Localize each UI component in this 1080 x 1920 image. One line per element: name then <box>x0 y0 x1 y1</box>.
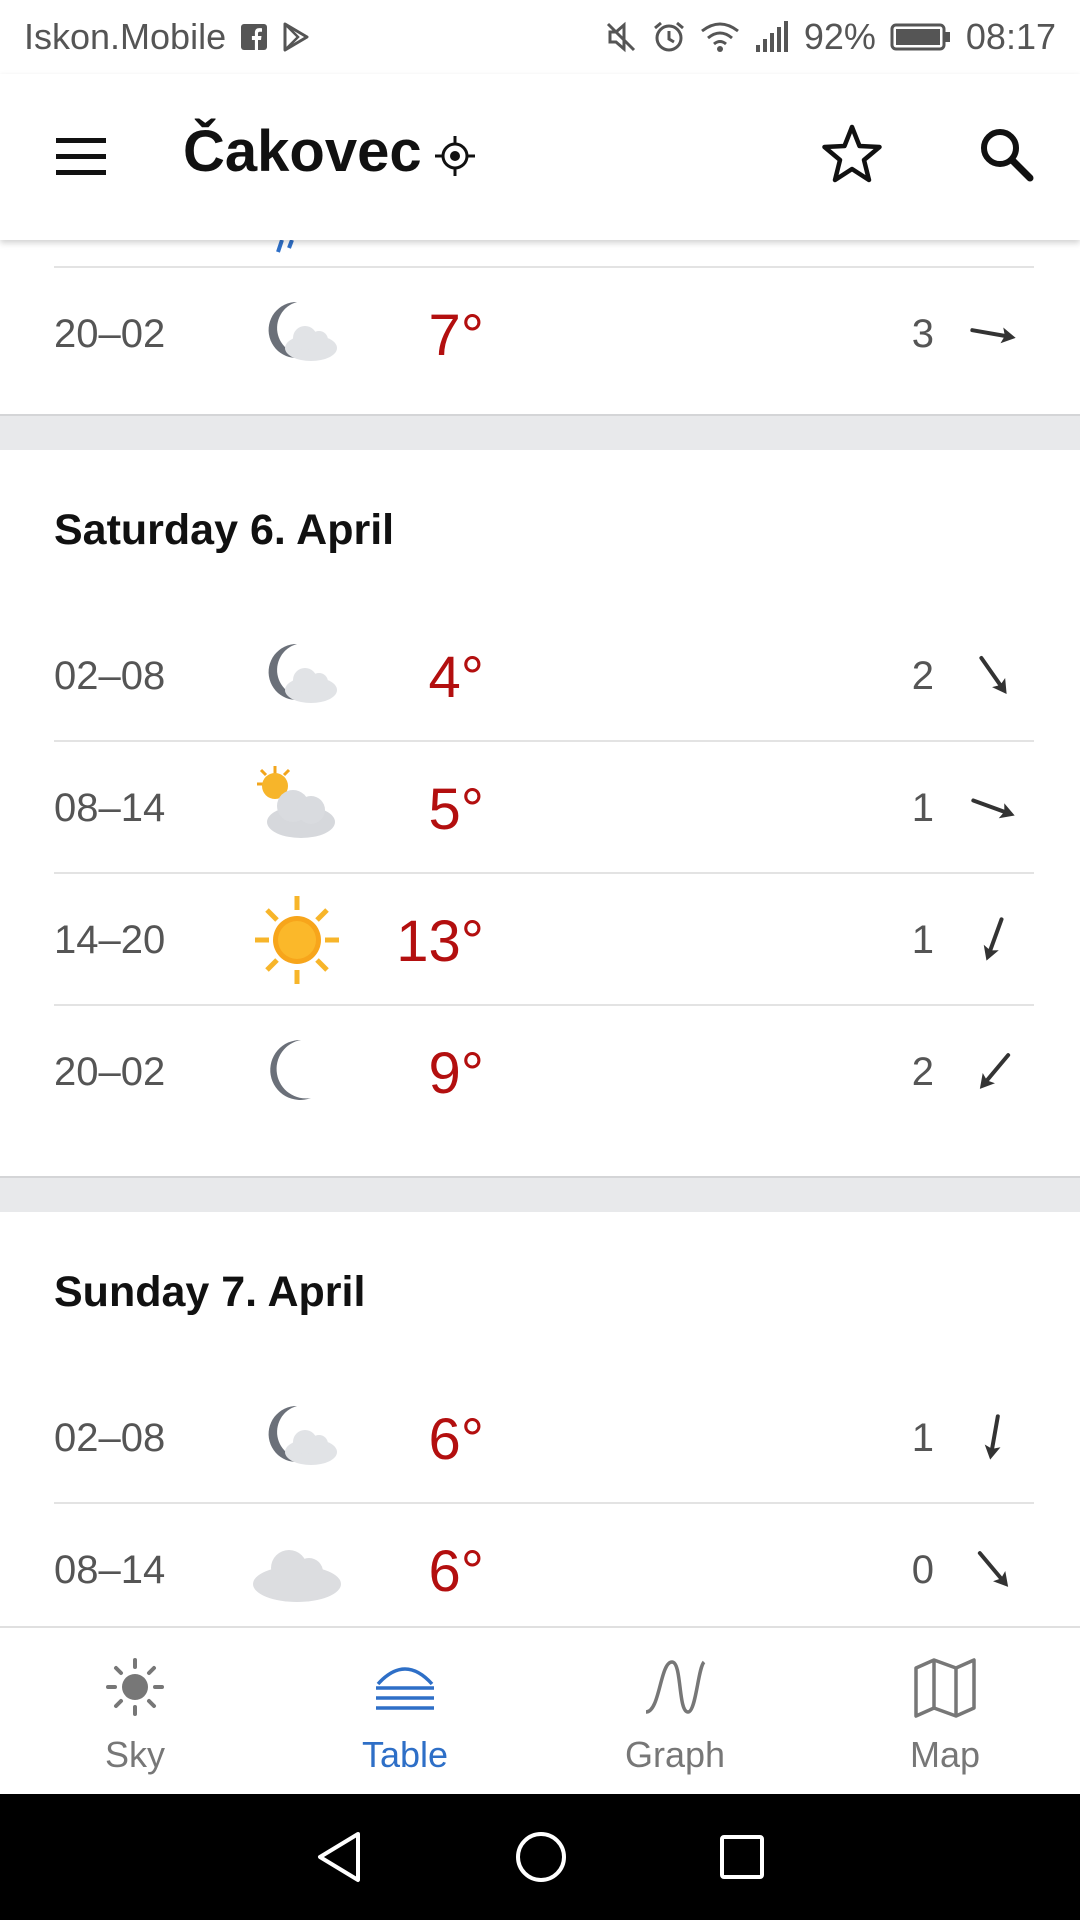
city-title[interactable]: Čakovec <box>183 118 422 185</box>
wind-speed: 0 <box>911 1548 934 1592</box>
forecast-row[interactable]: 02–08 6° 1 <box>54 1372 1034 1504</box>
graph-curve-icon <box>645 1660 706 1714</box>
forecast-row[interactable]: 08–14 5° 1 <box>54 742 1034 874</box>
wind-arrow-icon <box>964 306 1024 362</box>
temperature: 7° <box>428 303 484 368</box>
wind-speed: 2 <box>911 654 934 698</box>
wind-arrow-icon <box>964 912 1024 968</box>
moon-cloud-icon <box>249 630 345 722</box>
wind-arrow-icon <box>964 1410 1024 1466</box>
time-range: 08–14 <box>54 786 166 830</box>
cloud-icon <box>249 1524 345 1616</box>
time-range: 08–14 <box>54 1548 166 1592</box>
location-target-icon[interactable] <box>433 134 477 178</box>
alarm-icon <box>652 20 686 54</box>
wifi-icon <box>700 21 740 53</box>
sun-outline-icon <box>106 1658 164 1716</box>
system-navigation-bar <box>0 1794 1080 1920</box>
nav-map[interactable]: Map <box>810 1628 1080 1794</box>
nav-label: Map <box>909 1734 981 1775</box>
back-triangle-icon <box>318 1832 360 1882</box>
mute-icon <box>604 20 638 54</box>
sun-cloud-icon <box>249 762 345 854</box>
forecast-table[interactable]: 20–02 7° 3 Saturday 6. April 02–08 4° 2 … <box>0 240 1080 1626</box>
menu-button[interactable] <box>48 126 114 186</box>
time-range: 20–02 <box>54 312 166 356</box>
time-range: 02–08 <box>54 1416 166 1460</box>
wind-arrow-icon <box>964 648 1024 704</box>
table-waves-icon <box>376 1667 434 1710</box>
wind-speed: 1 <box>911 1416 934 1460</box>
nav-table[interactable]: Table <box>270 1628 540 1794</box>
map-icon <box>914 1658 976 1718</box>
temperature: 4° <box>428 645 484 710</box>
wind-speed: 3 <box>911 312 934 356</box>
nav-label: Sky <box>104 1734 165 1775</box>
facebook-icon <box>240 23 268 51</box>
temperature: 5° <box>428 777 484 842</box>
battery-percent: 92% <box>803 16 876 57</box>
day-separator <box>0 1176 1080 1212</box>
nav-label: Graph <box>624 1734 726 1775</box>
moon-icon <box>249 1026 345 1118</box>
temperature: 6° <box>428 1539 484 1604</box>
status-bar: Iskon.Mobile 92% 08:17 <box>0 0 1080 74</box>
bottom-navigation: Sky Table Graph Map <box>0 1626 1080 1794</box>
wind-arrow-icon <box>964 1044 1024 1100</box>
star-icon <box>822 124 882 183</box>
recents-button[interactable] <box>718 1833 766 1881</box>
wind-arrow-icon <box>964 780 1024 836</box>
temperature: 6° <box>428 1407 484 1472</box>
nav-label: Table <box>361 1734 449 1775</box>
day-header: Saturday 6. April <box>54 506 395 554</box>
wind-speed: 1 <box>911 786 934 830</box>
moon-cloud-icon <box>249 288 345 380</box>
app-bar: Čakovec <box>0 74 1080 240</box>
battery-icon <box>890 22 952 52</box>
hamburger-icon <box>56 138 106 175</box>
wind-arrow-icon <box>964 1542 1024 1598</box>
favorite-button[interactable] <box>820 122 884 186</box>
home-circle-icon <box>516 1832 566 1882</box>
temperature: 13° <box>396 909 484 974</box>
play-store-icon <box>282 22 310 52</box>
forecast-row[interactable]: 20–02 9° 2 <box>54 1006 1034 1138</box>
wind-speed: 2 <box>911 1050 934 1094</box>
time-range: 20–02 <box>54 1050 166 1094</box>
wind-speed: 1 <box>911 918 934 962</box>
signal-icon <box>754 21 790 53</box>
forecast-row[interactable]: 20–02 7° 3 <box>54 268 1034 400</box>
recents-square-icon <box>720 1835 764 1879</box>
moon-cloud-icon <box>249 1392 345 1484</box>
forecast-row[interactable]: 14–20 13° 1 <box>54 874 1034 1006</box>
home-button[interactable] <box>514 1830 568 1884</box>
forecast-row[interactable]: 02–08 4° 2 <box>54 610 1034 742</box>
partial-row <box>54 240 1034 268</box>
time-range: 14–20 <box>54 918 166 962</box>
time-range: 02–08 <box>54 654 166 698</box>
day-separator <box>0 414 1080 450</box>
forecast-row[interactable]: 08–14 6° 0 <box>54 1504 1034 1626</box>
search-icon <box>981 129 1034 182</box>
sun-icon <box>249 894 345 986</box>
nav-sky[interactable]: Sky <box>0 1628 270 1794</box>
temperature: 9° <box>428 1041 484 1106</box>
clock-time: 08:17 <box>965 16 1056 57</box>
search-button[interactable] <box>976 124 1036 184</box>
carrier-name: Iskon.Mobile <box>24 16 227 57</box>
day-header: Sunday 7. April <box>54 1268 366 1316</box>
nav-graph[interactable]: Graph <box>540 1628 810 1794</box>
back-button[interactable] <box>314 1830 364 1884</box>
